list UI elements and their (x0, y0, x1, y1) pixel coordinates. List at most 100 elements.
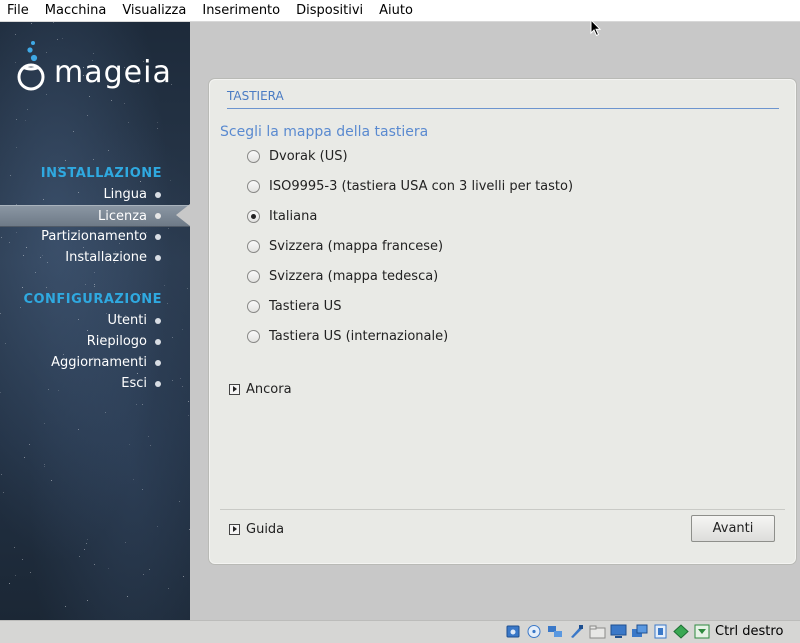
star-speck (170, 180, 171, 181)
cd-icon[interactable] (526, 624, 543, 639)
radio-button[interactable] (247, 269, 260, 283)
star-speck (53, 22, 54, 23)
star-speck (79, 556, 80, 557)
hdd-icon[interactable] (505, 624, 522, 639)
keyboard-panel: TASTIERA Scegli la mappa della tastiera … (209, 79, 796, 564)
option-label[interactable]: Italiana (269, 209, 317, 224)
radio-button[interactable] (247, 299, 260, 313)
screen-capture-icon[interactable] (631, 624, 648, 639)
sidebar-item-riepilogo: Riepilogo (0, 331, 190, 352)
star-speck (94, 284, 95, 285)
option-label[interactable]: Dvorak (US) (269, 149, 348, 164)
keyboard-option-iso9995[interactable]: ISO9995-3 (tastiera USA con 3 livelli pe… (247, 177, 573, 195)
star-speck (35, 272, 36, 273)
menu-inserimento[interactable]: Inserimento (194, 0, 288, 21)
menu-aiuto[interactable]: Aiuto (371, 0, 421, 21)
star-speck (44, 464, 45, 465)
next-button[interactable]: Avanti (691, 515, 775, 542)
star-speck (183, 576, 184, 577)
help-label[interactable]: Guida (246, 522, 284, 537)
menu-visualizza[interactable]: Visualizza (114, 0, 194, 21)
network-icon[interactable] (547, 624, 564, 639)
star-speck (93, 159, 94, 160)
arrow-down-icon[interactable] (694, 624, 711, 639)
star-speck (94, 564, 95, 565)
radio-button-selected[interactable] (247, 209, 260, 223)
option-label[interactable]: Tastiera US (269, 299, 341, 314)
star-speck (148, 436, 149, 437)
star-speck (157, 526, 158, 527)
star-speck (30, 572, 31, 573)
keyboard-option-svizzera-de[interactable]: Svizzera (mappa tedesca) (247, 267, 438, 285)
menu-file[interactable]: File (0, 0, 37, 21)
mageia-wordmark: mageia (54, 55, 172, 90)
more-expander[interactable]: Ancora (229, 380, 292, 398)
star-speck (157, 128, 158, 129)
radio-button[interactable] (247, 239, 260, 253)
star-speck (105, 412, 106, 413)
active-step-pointer (176, 204, 190, 226)
option-label[interactable]: ISO9995-3 (tastiera USA con 3 livelli pe… (269, 179, 573, 194)
star-speck (87, 115, 88, 116)
option-label[interactable]: Tastiera US (internazionale) (269, 329, 448, 344)
menu-dispositivi[interactable]: Dispositivi (288, 0, 371, 21)
star-speck (188, 401, 189, 402)
video-capture-icon[interactable] (673, 624, 690, 639)
star-speck (89, 96, 90, 97)
bottom-divider (220, 509, 785, 510)
title-divider (227, 108, 779, 109)
panel-title: TASTIERA (227, 89, 284, 103)
option-label[interactable]: Svizzera (mappa francese) (269, 239, 443, 254)
star-speck (84, 549, 85, 550)
star-speck (65, 606, 66, 607)
sidebar-item-installazione: Installazione (0, 247, 190, 268)
star-speck (22, 287, 23, 288)
star-speck (149, 569, 150, 570)
step-dot (155, 338, 161, 345)
sidebar-item-partizionamento: Partizionamento (0, 226, 190, 247)
expander-arrow-icon[interactable] (229, 383, 240, 395)
star-speck (128, 122, 129, 123)
step-dot (155, 213, 161, 219)
star-speck (108, 150, 109, 151)
star-speck (157, 122, 158, 123)
sidebar-item-label: Aggiornamenti (51, 355, 147, 370)
star-speck (9, 583, 10, 584)
star-speck (94, 286, 95, 287)
star-speck (15, 34, 16, 35)
keyboard-option-dvorak[interactable]: Dvorak (US) (247, 147, 348, 165)
expander-arrow-icon[interactable] (229, 523, 240, 535)
keyboard-option-svizzera-fr[interactable]: Svizzera (mappa francese) (247, 237, 443, 255)
star-speck (65, 160, 66, 161)
help-expander[interactable]: Guida (229, 520, 284, 538)
star-speck (142, 489, 143, 490)
usb-icon[interactable] (568, 624, 585, 639)
cpu-icon[interactable] (652, 624, 669, 639)
menu-macchina[interactable]: Macchina (37, 0, 115, 21)
star-speck (85, 284, 86, 285)
keyboard-option-us-intl[interactable]: Tastiera US (internazionale) (247, 327, 448, 345)
keyboard-option-us[interactable]: Tastiera US (247, 297, 341, 315)
sidebar-item-aggiornamenti: Aggiornamenti (0, 352, 190, 373)
sidebar-item-label: Utenti (107, 313, 147, 328)
star-speck (164, 285, 165, 286)
shared-folder-icon[interactable] (589, 624, 606, 639)
panel-subtitle: Scegli la mappa della tastiera (220, 124, 429, 140)
star-speck (189, 529, 190, 530)
star-speck (46, 94, 47, 95)
star-speck (86, 543, 87, 544)
step-dot (155, 191, 161, 198)
keyboard-option-italiana[interactable]: Italiana (247, 207, 317, 225)
display-icon[interactable] (610, 624, 627, 639)
radio-button[interactable] (247, 329, 260, 343)
star-speck (94, 272, 95, 273)
step-dot (155, 359, 161, 366)
mouse-pointer-icon (590, 19, 602, 37)
more-label[interactable]: Ancora (246, 382, 292, 397)
star-speck (27, 109, 28, 110)
radio-button[interactable] (247, 149, 260, 163)
sidebar-item-lingua: Lingua (0, 184, 190, 205)
option-label[interactable]: Svizzera (mappa tedesca) (269, 269, 438, 284)
star-speck (1, 474, 2, 475)
radio-button[interactable] (247, 179, 260, 193)
